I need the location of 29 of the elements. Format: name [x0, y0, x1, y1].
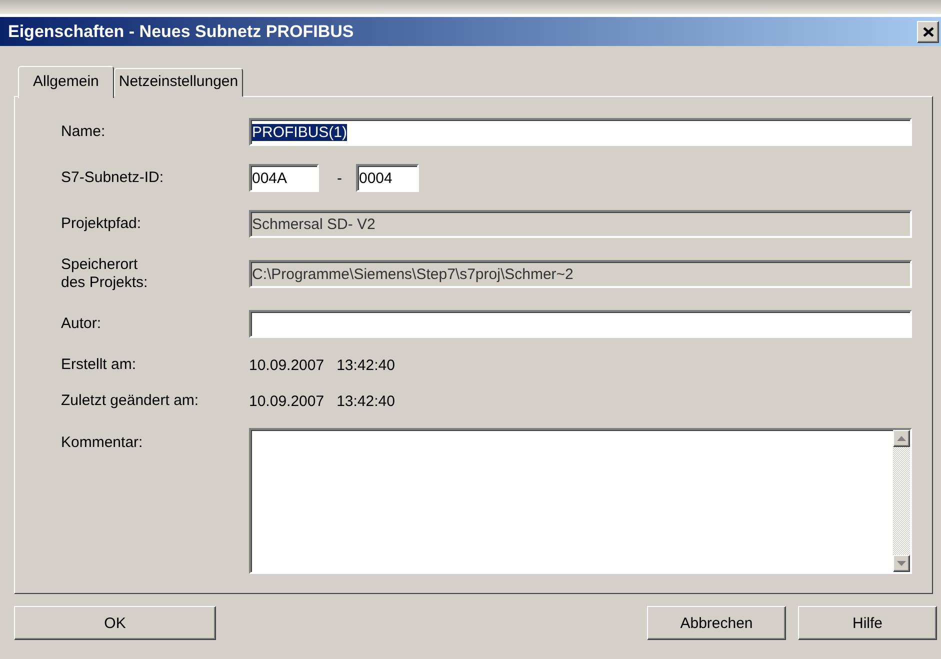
- field-label: Name:: [61, 123, 106, 141]
- field-label: Kommentar:: [61, 434, 144, 452]
- close-icon: [922, 26, 934, 36]
- input-field[interactable]: 0004: [356, 164, 419, 192]
- up-arrow-icon: [897, 436, 906, 441]
- input-field[interactable]: 004A: [249, 164, 319, 192]
- field-label: Erstellt am:: [61, 356, 138, 374]
- down-arrow-icon: [897, 561, 906, 566]
- tab[interactable]: Netzeinstellungen: [114, 68, 244, 97]
- window-title: Eigenschaften - Neues Subnetz PROFIBUS: [8, 22, 354, 42]
- dialog-button[interactable]: Abbrechen: [647, 606, 786, 640]
- separator-dash: -: [337, 170, 342, 186]
- field-label: S7-Subnetz-ID:: [61, 169, 165, 187]
- dialog-button[interactable]: OK: [14, 606, 216, 640]
- field-label: Projektpfad:: [61, 215, 142, 233]
- field-label: Autor:: [61, 315, 102, 333]
- field-label: Speicherort des Projekts:: [61, 256, 149, 292]
- dialog-button[interactable]: Hilfe: [798, 606, 937, 640]
- input-field[interactable]: [249, 310, 912, 338]
- input-field[interactable]: PROFIBUS(1): [249, 118, 912, 146]
- close-button[interactable]: [917, 20, 939, 42]
- scroll-down-button[interactable]: [893, 555, 910, 572]
- scrollbar[interactable]: [893, 430, 910, 572]
- scroll-up-button[interactable]: [893, 430, 910, 447]
- info-value: 10.09.2007 13:42:40: [249, 356, 396, 374]
- field-label: Zuletzt geändert am:: [61, 392, 200, 410]
- info-value: 10.09.2007 13:42:40: [249, 392, 396, 410]
- comment-field[interactable]: [249, 428, 912, 574]
- tab[interactable]: Allgemein: [18, 66, 114, 98]
